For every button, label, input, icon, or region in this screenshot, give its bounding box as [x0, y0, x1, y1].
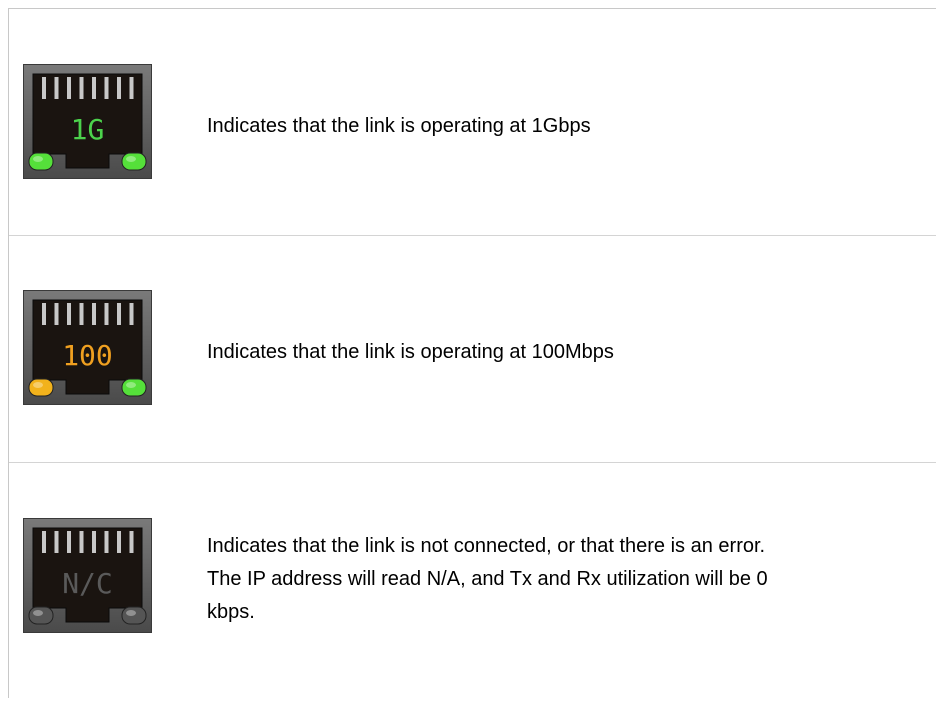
- port-speed-label: 100: [62, 339, 113, 372]
- contact-pin: [42, 303, 46, 325]
- table-row: N/C Indicates that the link is not conne…: [9, 463, 936, 703]
- table-row: 1G Indicates that the link is operating …: [9, 9, 936, 236]
- contact-pin: [117, 531, 121, 553]
- row-description: Indicates that the link is not connected…: [207, 530, 936, 629]
- row-description: Indicates that the link is operating at …: [207, 336, 936, 369]
- contact-pin: [92, 303, 96, 325]
- description-line: kbps.: [207, 601, 255, 623]
- contact-pin: [79, 77, 84, 99]
- port-graphic: 1G: [23, 64, 152, 179]
- contact-pin: [129, 77, 134, 99]
- ethernet-port-100m-icon: 100: [23, 290, 152, 405]
- port-speed-label: N/C: [62, 567, 113, 600]
- link-led-right: [121, 378, 147, 397]
- contact-pin: [92, 531, 96, 553]
- ethernet-port-nc-icon: N/C: [23, 518, 152, 633]
- contact-pin: [92, 77, 96, 99]
- contact-pin: [42, 77, 46, 99]
- port-speed-label: 1G: [71, 113, 105, 146]
- link-led-left: [28, 606, 54, 625]
- contact-pin: [67, 531, 71, 553]
- link-led-right: [121, 152, 147, 171]
- port-graphic: N/C: [23, 518, 152, 633]
- contact-pin: [129, 303, 134, 325]
- contact-pin: [67, 303, 71, 325]
- contact-pin: [67, 77, 71, 99]
- description-line: Indicates that the link is operating at …: [207, 115, 591, 137]
- description-line: Indicates that the link is not connected…: [207, 535, 766, 557]
- status-table: 1G Indicates that the link is operating …: [8, 8, 936, 698]
- contact-pin: [54, 531, 59, 553]
- description-line: The IP address will read N/A, and Tx and…: [207, 568, 768, 590]
- contact-pin: [54, 77, 59, 99]
- contact-pin: [79, 303, 84, 325]
- port-graphic: 100: [23, 290, 152, 405]
- contact-pin: [117, 77, 121, 99]
- ethernet-port-1g-icon: 1G: [23, 64, 152, 179]
- link-led-left: [28, 378, 54, 397]
- contact-pin: [104, 77, 109, 99]
- contact-pin: [54, 303, 59, 325]
- contact-pin: [79, 531, 84, 553]
- contact-pin: [42, 531, 46, 553]
- contact-pin: [104, 531, 109, 553]
- link-led-left: [28, 152, 54, 171]
- contact-pin: [129, 531, 134, 553]
- row-description: Indicates that the link is operating at …: [207, 110, 936, 143]
- contact-pin: [117, 303, 121, 325]
- table-row: 100 Indicates that the link is operating…: [9, 236, 936, 463]
- contact-pin: [104, 303, 109, 325]
- link-led-right: [121, 606, 147, 625]
- description-line: Indicates that the link is operating at …: [207, 341, 614, 363]
